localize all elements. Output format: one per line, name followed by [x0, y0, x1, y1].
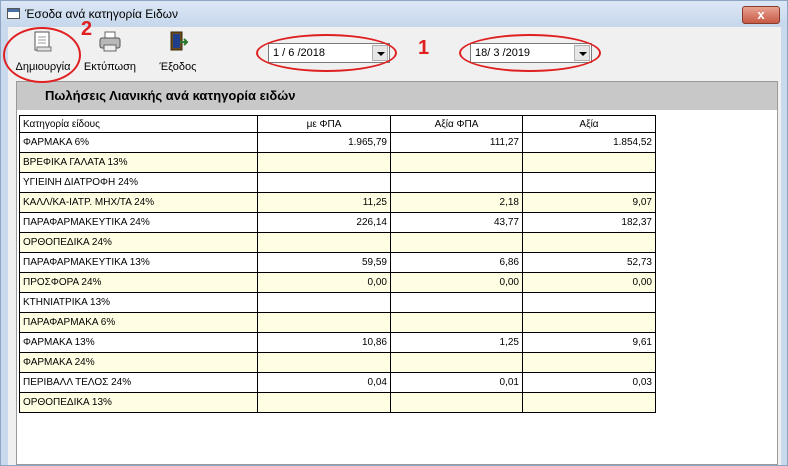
with-vat-cell — [257, 392, 391, 413]
table-row: ΠΕΡΙΒΑΛΛ ΤΕΛΟΣ 24% 0,04 0,01 0,03 — [19, 372, 656, 393]
table-row: ΠΑΡΑΦΑΡΜΑΚΕΥΤΙΚΑ 13% 59,59 6,86 52,73 — [19, 252, 656, 273]
column-header-value: Αξία — [522, 115, 656, 133]
annotation-ellipse-create — [3, 27, 81, 83]
value-cell: 9,07 — [522, 192, 656, 213]
category-cell: ΦΑΡΜΑΚΑ 24% — [19, 352, 258, 373]
report-title: Πωλήσεις Λιανικής ανά κατηγορία ειδών — [45, 88, 296, 103]
with-vat-cell: 226,14 — [257, 212, 391, 233]
value-cell — [522, 312, 656, 333]
report-header: Πωλήσεις Λιανικής ανά κατηγορία ειδών — [17, 82, 777, 110]
table-row: ΥΓΙΕΙΝΗ ΔΙΑΤΡΟΦΗ 24% — [19, 172, 656, 193]
with-vat-cell — [257, 232, 391, 253]
with-vat-cell: 11,25 — [257, 192, 391, 213]
table-row: ΚΑΛΛ/ΚΑ-ΙΑΤΡ. ΜΗΧ/ΤΑ 24% 11,25 2,18 9,07 — [19, 192, 656, 213]
value-cell — [522, 172, 656, 193]
exit-door-icon — [170, 31, 188, 51]
close-button[interactable]: x — [742, 6, 780, 24]
table-row: ΟΡΘΟΠΕΔΙΚΑ 13% — [19, 392, 656, 413]
printer-icon — [99, 31, 121, 52]
with-vat-cell — [257, 292, 391, 313]
with-vat-cell — [257, 172, 391, 193]
print-button-label: Εκτύπωση — [83, 61, 137, 73]
with-vat-cell — [257, 152, 391, 173]
vat-cell: 0,01 — [390, 372, 523, 393]
table-row: ΦΑΡΜΑΚΑ 6% 1.965,79 111,27 1.854,52 — [19, 132, 656, 153]
table-row: ΦΑΡΜΑΚΑ 24% — [19, 352, 656, 373]
with-vat-cell: 59,59 — [257, 252, 391, 273]
category-cell: ΠΡΟΣΦΟΡΑ 24% — [19, 272, 258, 293]
vat-cell: 1,25 — [390, 332, 523, 353]
annotation-number-2: 2 — [81, 18, 93, 40]
value-cell: 0,00 — [522, 272, 656, 293]
report-table: Κατηγορία είδους με ΦΠΑ Αξία ΦΠΑ Αξία ΦΑ… — [19, 115, 656, 413]
value-cell — [522, 152, 656, 173]
column-header-vat-amount: Αξία ΦΠΑ — [390, 115, 523, 133]
category-cell: ΠΕΡΙΒΑΛΛ ΤΕΛΟΣ 24% — [19, 372, 258, 393]
window-icon — [7, 8, 20, 19]
table-row: ΠΑΡΑΦΑΡΜΑΚΕΥΤΙΚΑ 24% 226,14 43,77 182,37 — [19, 212, 656, 233]
value-cell — [522, 232, 656, 253]
vat-cell — [390, 172, 523, 193]
table-row: ΠΑΡΑΦΑΡΜΑΚΑ 6% — [19, 312, 656, 333]
column-header-category: Κατηγορία είδους — [19, 115, 258, 133]
vat-cell — [390, 352, 523, 373]
value-cell: 182,37 — [522, 212, 656, 233]
vat-cell — [390, 392, 523, 413]
vat-cell — [390, 232, 523, 253]
vat-cell — [390, 152, 523, 173]
exit-button-label: Έξοδος — [159, 61, 197, 73]
category-cell: ΟΡΘΟΠΕΔΙΚΑ 13% — [19, 392, 258, 413]
vat-cell: 111,27 — [390, 132, 523, 153]
annotation-number-1: 1 — [418, 37, 430, 59]
vat-cell: 43,77 — [390, 212, 523, 233]
category-cell: ΦΑΡΜΑΚΑ 6% — [19, 132, 258, 153]
table-row: ΚΤΗΝΙΑΤΡΙΚΑ 13% — [19, 292, 656, 313]
annotation-ellipse-date-from — [256, 34, 397, 72]
value-cell: 9,61 — [522, 332, 656, 353]
with-vat-cell — [257, 352, 391, 373]
value-cell: 0,03 — [522, 372, 656, 393]
column-header-with-vat: με ΦΠΑ — [257, 115, 391, 133]
vat-cell: 0,00 — [390, 272, 523, 293]
with-vat-cell: 1.965,79 — [257, 132, 391, 153]
exit-button[interactable]: Έξοδος — [148, 29, 208, 73]
value-cell — [522, 352, 656, 373]
window-title: Έσοδα ανά κατηγορία Ειδων — [25, 7, 179, 21]
category-cell: ΚΤΗΝΙΑΤΡΙΚΑ 13% — [19, 292, 258, 313]
category-cell: ΚΑΛΛ/ΚΑ-ΙΑΤΡ. ΜΗΧ/ΤΑ 24% — [19, 192, 258, 213]
value-cell — [522, 292, 656, 313]
category-cell: ΦΑΡΜΑΚΑ 13% — [19, 332, 258, 353]
vat-cell: 6,86 — [390, 252, 523, 273]
value-cell: 1.854,52 — [522, 132, 656, 153]
category-cell: ΥΓΙΕΙΝΗ ΔΙΑΤΡΟΦΗ 24% — [19, 172, 258, 193]
table-row: ΒΡΕΦΙΚΑ ΓΑΛΑΤΑ 13% — [19, 152, 656, 173]
with-vat-cell: 0,04 — [257, 372, 391, 393]
category-cell: ΠΑΡΑΦΑΡΜΑΚΕΥΤΙΚΑ 13% — [19, 252, 258, 273]
category-cell: ΒΡΕΦΙΚΑ ΓΑΛΑΤΑ 13% — [19, 152, 258, 173]
title-bar: Έσοδα ανά κατηγορία Ειδων x — [1, 1, 787, 27]
with-vat-cell — [257, 312, 391, 333]
report-panel: Πωλήσεις Λιανικής ανά κατηγορία ειδών Κα… — [16, 81, 778, 465]
client-area: Δημιουργία Εκτύπωση Έξοδος 1 / 6 /2018 1… — [8, 27, 781, 465]
table-row: ΠΡΟΣΦΟΡΑ 24% 0,00 0,00 0,00 — [19, 272, 656, 293]
vat-cell — [390, 312, 523, 333]
table-row: ΟΡΘΟΠΕΔΙΚΑ 24% — [19, 232, 656, 253]
with-vat-cell: 0,00 — [257, 272, 391, 293]
with-vat-cell: 10,86 — [257, 332, 391, 353]
category-cell: ΠΑΡΑΦΑΡΜΑΚΕΥΤΙΚΑ 24% — [19, 212, 258, 233]
value-cell — [522, 392, 656, 413]
value-cell: 52,73 — [522, 252, 656, 273]
main-window: Έσοδα ανά κατηγορία Ειδων x Δημιουργία Ε… — [0, 0, 788, 466]
vat-cell: 2,18 — [390, 192, 523, 213]
table-row: ΦΑΡΜΑΚΑ 13% 10,86 1,25 9,61 — [19, 332, 656, 353]
category-cell: ΟΡΘΟΠΕΔΙΚΑ 24% — [19, 232, 258, 253]
category-cell: ΠΑΡΑΦΑΡΜΑΚΑ 6% — [19, 312, 258, 333]
vat-cell — [390, 292, 523, 313]
annotation-ellipse-date-to — [459, 34, 601, 72]
